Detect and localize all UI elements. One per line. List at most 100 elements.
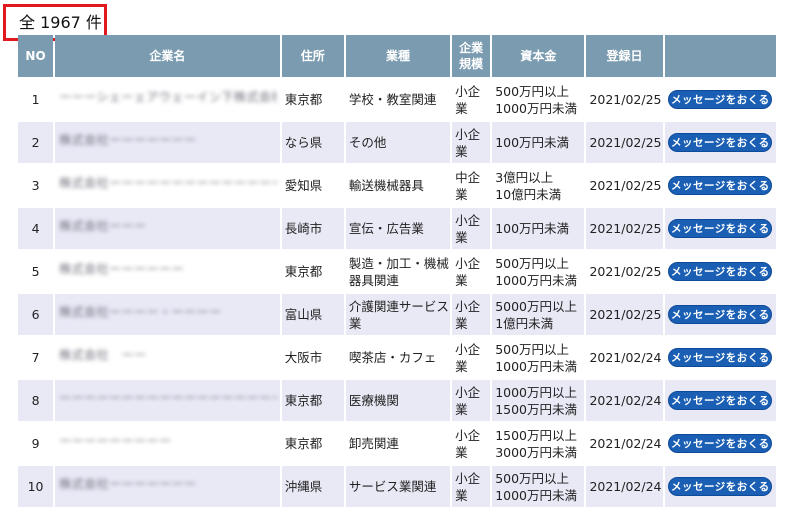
row-no: 7 — [18, 337, 54, 378]
row-company-size: 小企 業 — [452, 122, 491, 163]
row-company-name: 株式会社ーーーーーーー — [59, 133, 197, 147]
header-capital: 資本金 — [492, 35, 585, 77]
row-capital: 100万円未満 — [492, 208, 585, 249]
row-industry: 医療機関 — [345, 380, 451, 421]
row-action-cell: メッセージをおくる — [664, 208, 776, 249]
row-company-cell: ーーーーーーーーーーーーーーーーーー — [55, 380, 280, 421]
row-capital: 3億円以上 10億円未満 — [492, 165, 585, 206]
row-industry: 学校・教室関連 — [345, 79, 451, 120]
row-action-cell: メッセージをおくる — [664, 294, 776, 335]
row-industry: 製造・加工・機械 器具関連 — [345, 251, 451, 292]
row-company-cell: 株式会社ーーーーーーーーーーーーーー 株 — [55, 165, 280, 206]
row-no: 1 — [18, 79, 54, 120]
row-company-size: 小企 業 — [452, 466, 491, 507]
row-company-name: ーーーーーーーーーーーーーーーーーー — [59, 391, 278, 405]
row-address: 東京都 — [281, 423, 344, 464]
send-message-button[interactable]: メッセージをおくる — [668, 434, 773, 453]
row-company-cell: 株式会社ーーーー・ーーーー — [55, 294, 280, 335]
row-capital: 500万円以上 1000万円未満 — [492, 466, 585, 507]
row-action-cell: メッセージをおくる — [664, 337, 776, 378]
header-no: NO — [18, 35, 54, 77]
header-action — [664, 35, 776, 77]
table-row: 9 ーーーーーーーーー 東京都 卸売関連 小企 業 1500万円以上 3000万円未満 20… — [18, 423, 776, 464]
row-industry: 輸送機械器具 — [345, 165, 451, 206]
row-company-cell: 株式会社ーーーーーーー — [55, 466, 280, 507]
row-capital: 500万円以上 1000万円未満 — [492, 251, 585, 292]
row-no: 8 — [18, 380, 54, 421]
row-capital: 5000万円以上 1億円未満 — [492, 294, 585, 335]
row-no: 5 — [18, 251, 54, 292]
row-industry: 介護関連サービス 業 — [345, 294, 451, 335]
row-address: 愛知県 — [281, 165, 344, 206]
row-no: 3 — [18, 165, 54, 206]
row-registration-date: 2021/02/24 — [586, 466, 663, 507]
row-address: 富山県 — [281, 294, 344, 335]
row-company-name: 株式会社ーーーーーーーーーーーーーー 株 — [59, 176, 278, 190]
row-registration-date: 2021/02/25 — [586, 294, 663, 335]
row-no: 10 — [18, 466, 54, 507]
send-message-button[interactable]: メッセージをおくる — [668, 305, 773, 324]
row-action-cell: メッセージをおくる — [664, 79, 776, 120]
row-company-size: 小企 業 — [452, 251, 491, 292]
send-message-button[interactable]: メッセージをおくる — [668, 90, 773, 109]
header-address: 住所 — [281, 35, 344, 77]
row-industry: その他 — [345, 122, 451, 163]
row-address: 大阪市 — [281, 337, 344, 378]
header-date: 登録日 — [586, 35, 663, 77]
row-registration-date: 2021/02/25 — [586, 208, 663, 249]
row-capital: 500万円以上 1000万円未満 — [492, 337, 585, 378]
row-capital: 1500万円以上 3000万円未満 — [492, 423, 585, 464]
row-company-size: 小企 業 — [452, 294, 491, 335]
row-company-cell: 株式会社ーーーーーー — [55, 251, 280, 292]
company-table: NO 企業名 住所 業種 企業 規模 資本金 登録日 1 ーーーシェーェアウェーイ… — [16, 33, 778, 509]
row-company-cell: ーーーシェーェアウェーイン下株式会社 — [55, 79, 280, 120]
row-address: 沖縄県 — [281, 466, 344, 507]
row-industry: サービス業関連 — [345, 466, 451, 507]
header-size: 企業 規模 — [452, 35, 491, 77]
table-row: 2 株式会社ーーーーーーー なら県 その他 小企 業 100万円未満 2021/02/25 メ… — [18, 122, 776, 163]
row-action-cell: メッセージをおくる — [664, 122, 776, 163]
table-header-row: NO 企業名 住所 業種 企業 規模 資本金 登録日 — [18, 35, 776, 77]
row-action-cell: メッセージをおくる — [664, 165, 776, 206]
row-company-size: 小企 業 — [452, 380, 491, 421]
row-action-cell: メッセージをおくる — [664, 466, 776, 507]
row-no: 2 — [18, 122, 54, 163]
row-address: 東京都 — [281, 251, 344, 292]
row-address: なら県 — [281, 122, 344, 163]
company-table-container: NO 企業名 住所 業種 企業 規模 資本金 登録日 1 ーーーシェーェアウェーイ… — [18, 33, 778, 509]
row-address: 東京都 — [281, 380, 344, 421]
row-company-name: 株式会社 ーー — [59, 348, 147, 362]
row-company-name: ーーーーーーーーー — [59, 434, 172, 448]
row-address: 長崎市 — [281, 208, 344, 249]
row-registration-date: 2021/02/24 — [586, 423, 663, 464]
row-registration-date: 2021/02/24 — [586, 337, 663, 378]
send-message-button[interactable]: メッセージをおくる — [668, 262, 773, 281]
header-industry: 業種 — [345, 35, 451, 77]
send-message-button[interactable]: メッセージをおくる — [668, 477, 773, 496]
row-action-cell: メッセージをおくる — [664, 251, 776, 292]
row-capital: 1000万円以上 1500万円未満 — [492, 380, 585, 421]
send-message-button[interactable]: メッセージをおくる — [668, 391, 773, 410]
table-row: 3 株式会社ーーーーーーーーーーーーーー 株愛知県 輸送機械器具 中企 業 3億円以上 … — [18, 165, 776, 206]
row-industry: 卸売関連 — [345, 423, 451, 464]
table-row: 1 ーーーシェーェアウェーイン下株式会社 東京都 学校・教室関連 小企 業 500万円以上… — [18, 79, 776, 120]
table-row: 5 株式会社ーーーーーー 東京都 製造・加工・機械 器具関連 小企 業 500万円以上 1… — [18, 251, 776, 292]
row-registration-date: 2021/02/25 — [586, 251, 663, 292]
row-company-name: 株式会社ーーーーーー — [59, 262, 185, 276]
table-row: 8 ーーーーーーーーーーーーーーーーーー 東京都 医療機関 小企 業 1000万円以上 1… — [18, 380, 776, 421]
row-registration-date: 2021/02/24 — [586, 380, 663, 421]
row-company-size: 小企 業 — [452, 79, 491, 120]
send-message-button[interactable]: メッセージをおくる — [668, 133, 773, 152]
row-company-size: 小企 業 — [452, 337, 491, 378]
row-registration-date: 2021/02/25 — [586, 122, 663, 163]
row-no: 6 — [18, 294, 54, 335]
row-no: 9 — [18, 423, 54, 464]
row-company-name: ーーーシェーェアウェーイン下株式会社 — [59, 90, 278, 104]
row-address: 東京都 — [281, 79, 344, 120]
row-no: 4 — [18, 208, 54, 249]
row-company-name: 株式会社ーーーー・ーーーー — [59, 305, 222, 319]
send-message-button[interactable]: メッセージをおくる — [668, 348, 773, 367]
send-message-button[interactable]: メッセージをおくる — [668, 219, 773, 238]
send-message-button[interactable]: メッセージをおくる — [668, 176, 773, 195]
row-company-size: 小企 業 — [452, 423, 491, 464]
